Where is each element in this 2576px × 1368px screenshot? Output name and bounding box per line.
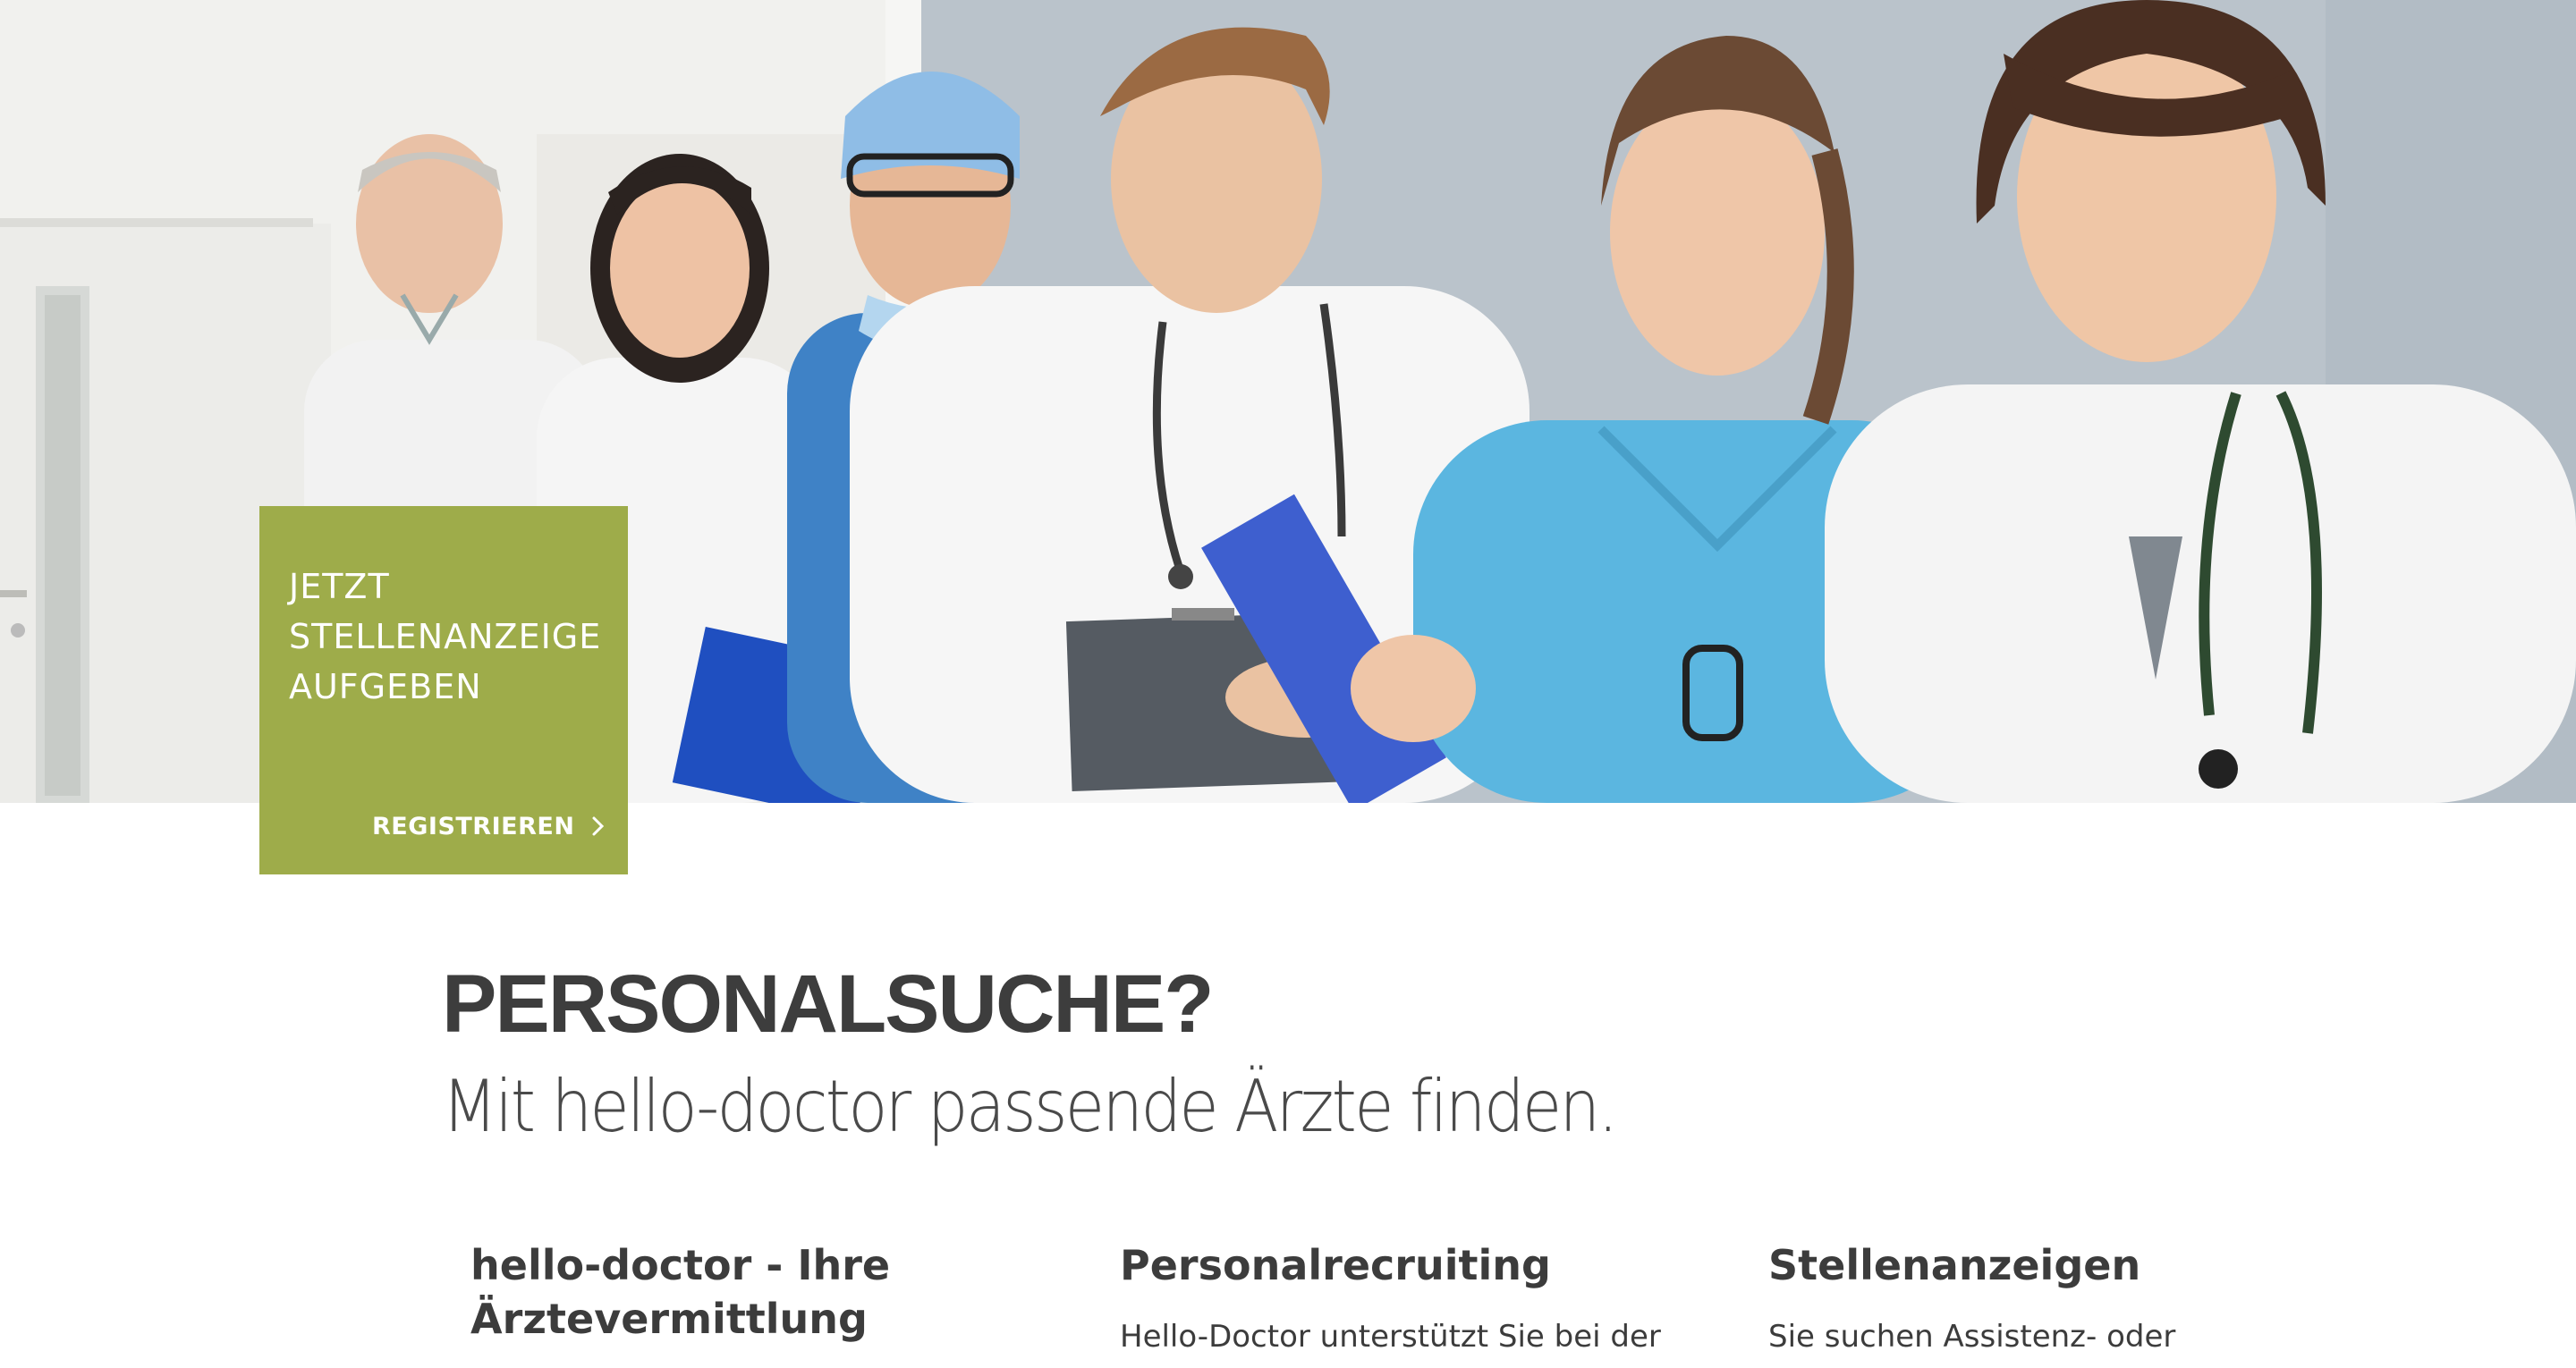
register-button[interactable]: REGISTRIEREN	[372, 801, 608, 851]
column-aerztevermittlung: hello-doctor - Ihre Ärztevermittlung	[470, 1238, 1025, 1367]
post-job-ad-text: JETZT STELLENANZEIGE AUFGEBEN	[289, 567, 602, 706]
register-button-label: REGISTRIEREN	[372, 812, 575, 840]
column-title: Stellenanzeigen	[1768, 1241, 2141, 1289]
post-job-ad-box: JETZT STELLENANZEIGE AUFGEBEN REGISTRIER…	[259, 506, 628, 874]
column-title: Personalrecruiting	[1120, 1241, 1551, 1289]
chevron-right-icon	[592, 816, 605, 836]
column-title: hello-doctor - Ihre Ärztevermittlung	[470, 1241, 891, 1343]
page-subline: Mit hello-doctor passende Ärzte finden.	[442, 1065, 1618, 1148]
column-stellenanzeigen: Stellenanzeigen Sie suchen Assistenz- od…	[1768, 1238, 2323, 1368]
page-headline: PERSONALSUCHE?	[442, 958, 1214, 1050]
column-text: Hello-Doctor unterstützt Sie bei der	[1120, 1319, 1661, 1355]
column-personalrecruiting: Personalrecruiting Hello-Doctor unterstü…	[1120, 1238, 1674, 1360]
column-text: Sie suchen Assistenz- oder Fachärzte? Al…	[1768, 1319, 2176, 1368]
